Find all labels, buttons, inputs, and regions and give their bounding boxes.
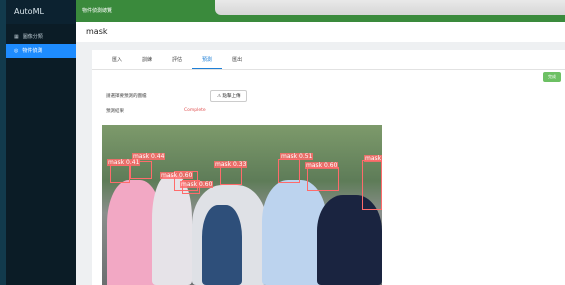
tab-bar: 匯入 訓練 評估 預測 匯出 <box>92 50 565 70</box>
prediction-image: mask 0.44 mask 0.41 mask 0.60 mask 0.33 … <box>102 125 382 285</box>
app-brand: AutoML <box>6 0 76 24</box>
detection-box <box>220 165 242 185</box>
detection-label: mask 0.51 <box>280 153 314 160</box>
result-label: 預測結果 <box>106 109 124 114</box>
target-icon: ◎ <box>14 48 19 54</box>
tab-export[interactable]: 匯出 <box>222 50 252 69</box>
grid-icon: ▦ <box>14 34 19 40</box>
tab-import[interactable]: 匯入 <box>102 50 132 69</box>
sidebar-item-object-detection[interactable]: ◎ 物件偵測 <box>6 44 76 58</box>
upload-button-label: 點擊上傳 <box>222 94 241 99</box>
detection-label: mask 0.33 <box>214 161 248 168</box>
detection-label: mask 0.60 <box>160 172 194 179</box>
sidebar: AutoML ▦ 圖像分類 ◎ 物件偵測 <box>0 0 76 285</box>
content-panel: 匯入 訓練 評估 預測 匯出 完成 請選擇要預測的圖檔 ⚠ 點擊上傳 預測結果 … <box>92 50 565 285</box>
detection-box <box>362 160 382 210</box>
tab-train[interactable]: 訓練 <box>132 50 162 69</box>
detection-label: mask 0.60 <box>305 162 339 169</box>
upload-button[interactable]: ⚠ 點擊上傳 <box>210 90 248 102</box>
sidebar-item-image-classification[interactable]: ▦ 圖像分類 <box>6 30 76 44</box>
detection-label: mask <box>364 155 382 162</box>
sidebar-nav: ▦ 圖像分類 ◎ 物件偵測 <box>6 30 76 58</box>
finish-button[interactable]: 完成 <box>543 72 561 82</box>
detection-box <box>307 167 339 191</box>
upload-label: 請選擇要預測的圖檔 <box>106 94 147 99</box>
tab-predict[interactable]: 預測 <box>192 50 223 69</box>
tab-evaluate[interactable]: 評估 <box>162 50 192 69</box>
result-status: Complete <box>184 108 206 113</box>
detection-label: mask 0.41 <box>107 159 141 166</box>
detection-box <box>278 159 300 183</box>
window-chrome <box>215 0 565 15</box>
detection-box <box>110 165 130 183</box>
person-shape <box>202 205 242 285</box>
detection-label: mask 0.60 <box>180 181 214 188</box>
topbar-title: 物件偵測總覽 <box>82 8 113 14</box>
main-area: 物件偵測總覽 mask 匯入 訓練 評估 預測 匯出 完成 請選擇要預測的圖檔 … <box>76 0 565 285</box>
page-title: mask <box>76 22 565 42</box>
upload-icon: ⚠ <box>217 94 222 99</box>
sidebar-item-label: 物件偵測 <box>22 48 43 54</box>
sidebar-item-label: 圖像分類 <box>22 34 43 40</box>
